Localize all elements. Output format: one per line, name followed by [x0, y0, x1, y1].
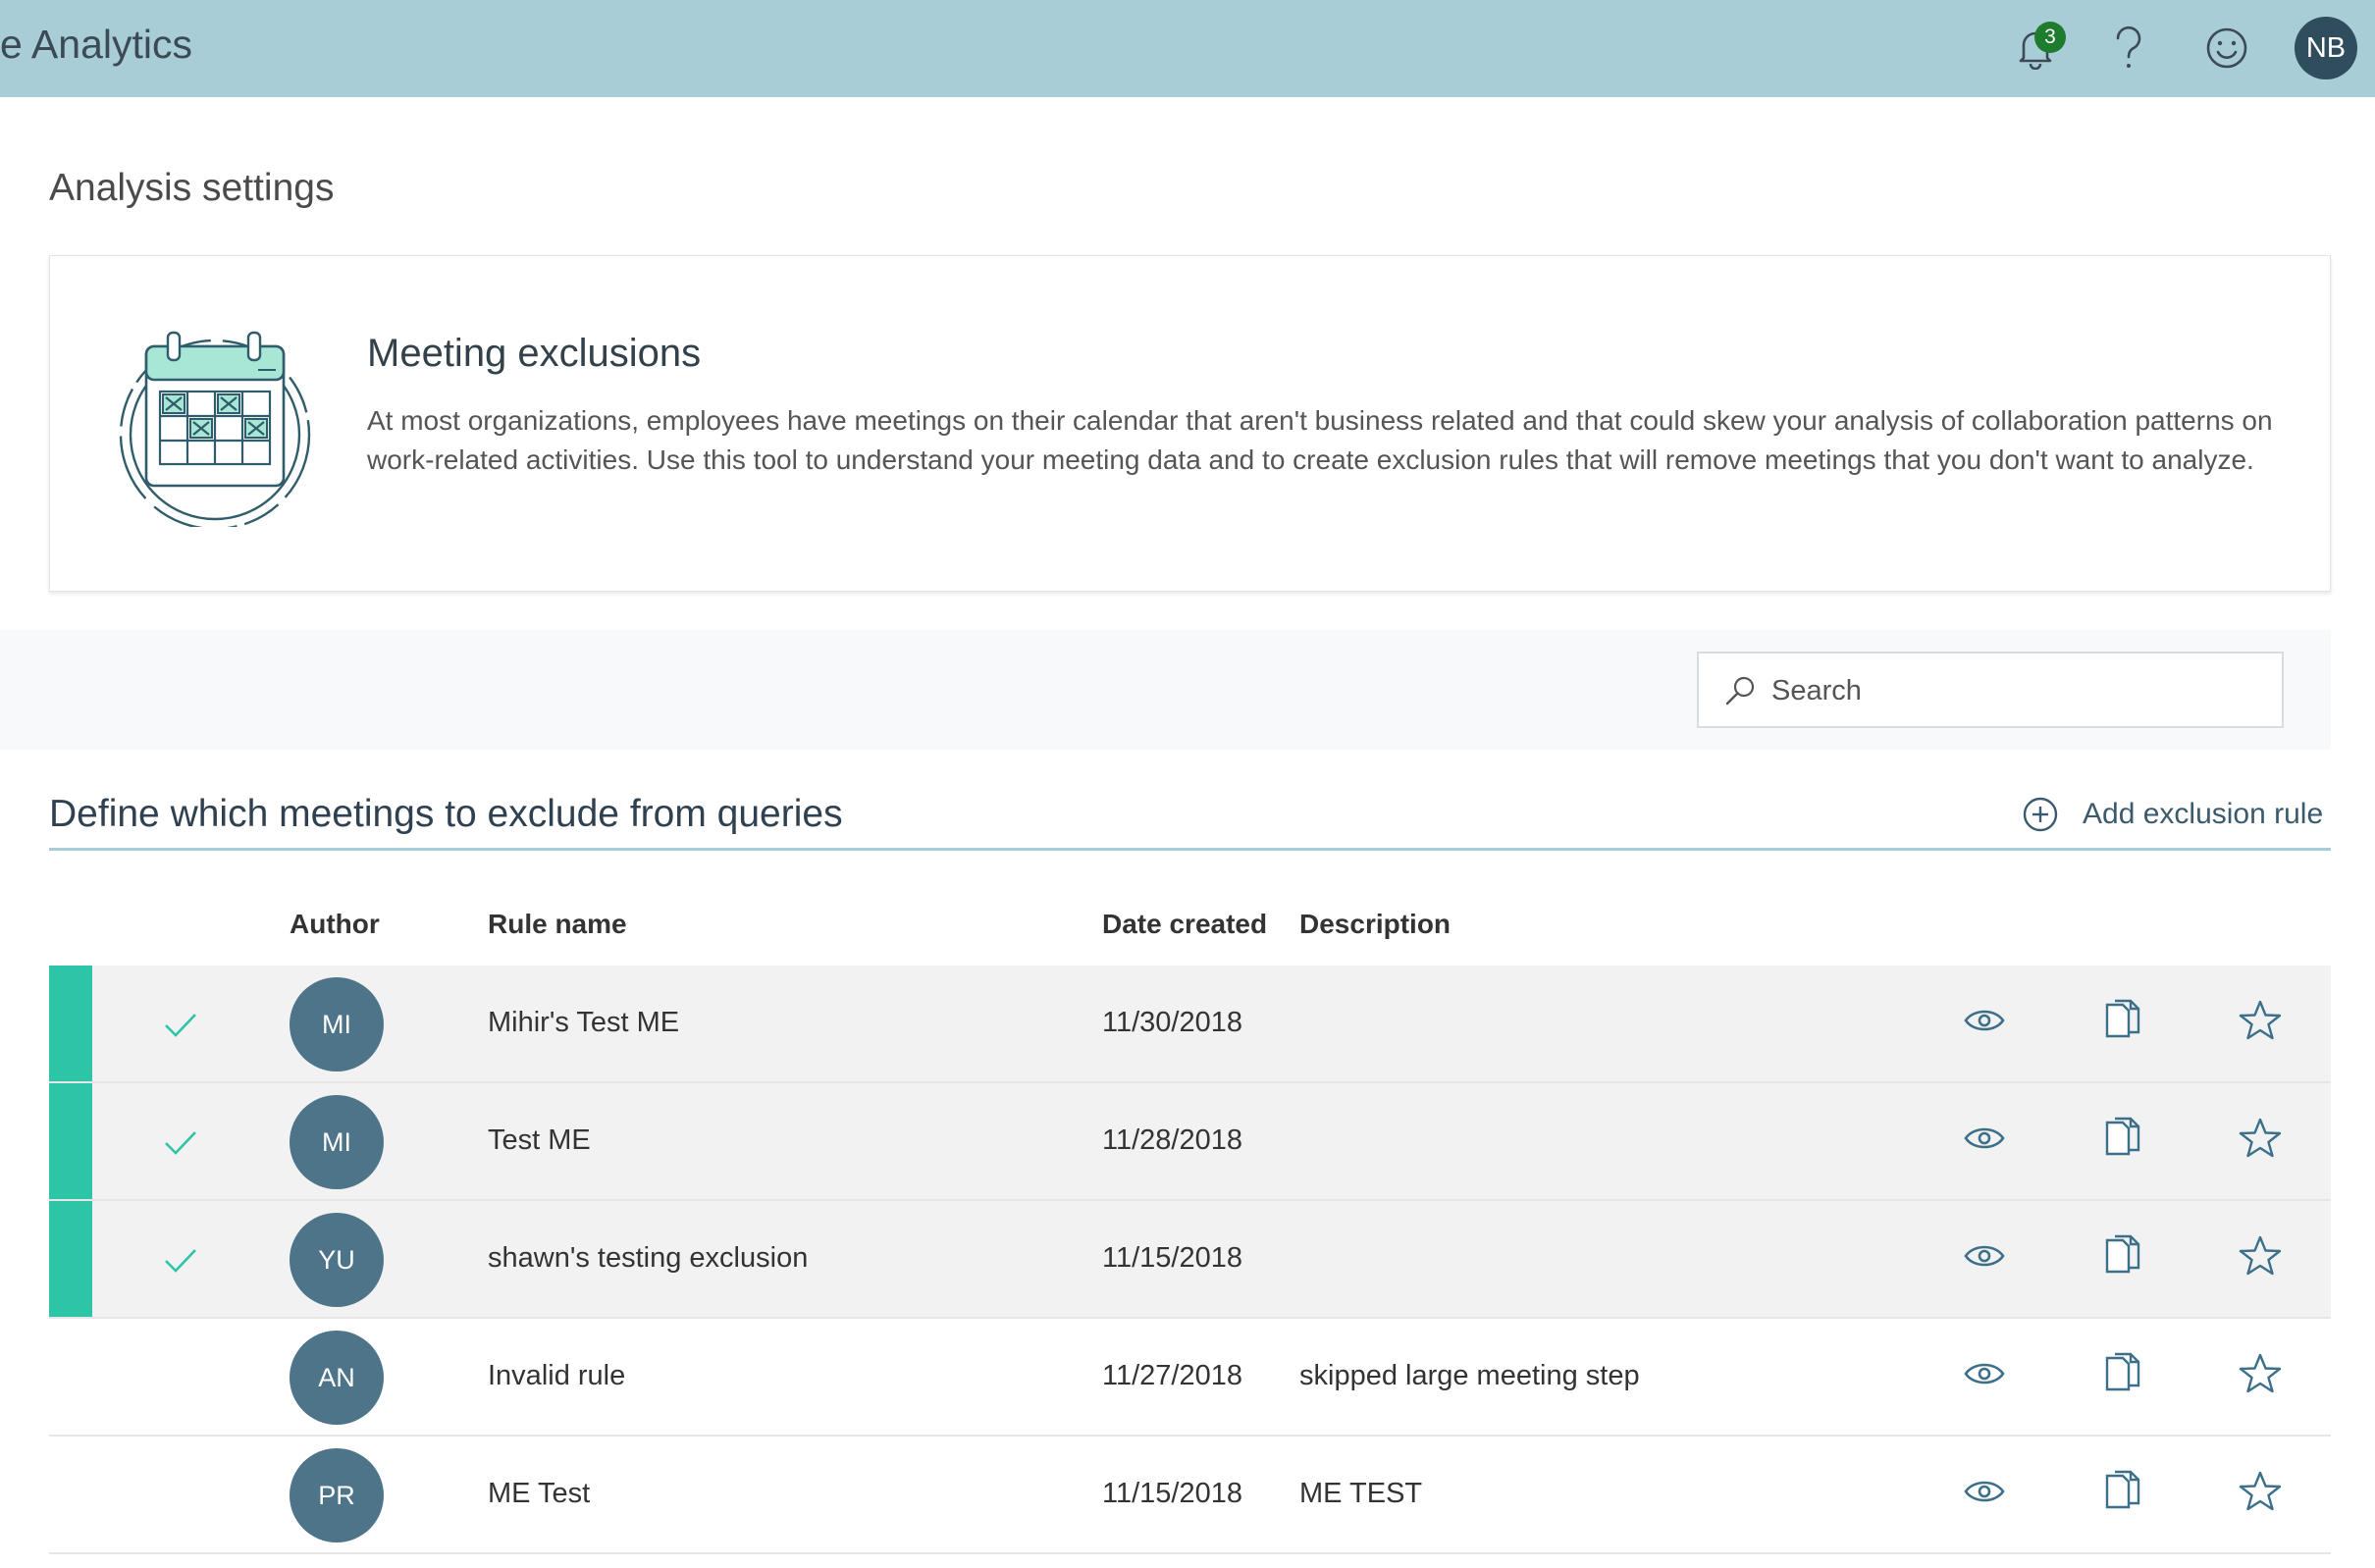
- date-created: 11/15/2018: [1102, 1242, 1242, 1274]
- help-button[interactable]: [2098, 18, 2159, 78]
- eye-icon: [1964, 1245, 2005, 1267]
- row-selection-indicator: [49, 1083, 92, 1199]
- check-icon[interactable]: [163, 1124, 198, 1160]
- table-row[interactable]: YU shawn's testing exclusion 11/15/2018: [49, 1201, 2331, 1319]
- search-input[interactable]: [1771, 667, 2252, 714]
- author-avatar: MI: [290, 1095, 384, 1189]
- meeting-exclusions-card: Meeting exclusions At most organizations…: [49, 255, 2331, 592]
- check-icon[interactable]: [163, 1242, 198, 1278]
- column-header-rule-name[interactable]: Rule name: [488, 909, 627, 940]
- copy-button[interactable]: [2093, 1109, 2152, 1168]
- eye-icon: [1964, 1363, 2005, 1385]
- author-avatar: PR: [290, 1448, 384, 1542]
- view-button[interactable]: [1955, 1109, 2014, 1168]
- copy-icon: [2105, 1352, 2140, 1391]
- table-row[interactable]: PR ME Test 11/15/2018 ME TEST: [49, 1437, 2331, 1554]
- copy-button[interactable]: [2093, 1227, 2152, 1285]
- eye-icon: [1964, 1010, 2005, 1031]
- rule-description: ME TEST: [1299, 1478, 1423, 1509]
- row-selection-indicator: [49, 966, 92, 1081]
- add-exclusion-rule-button[interactable]: Add exclusion rule: [2022, 792, 2323, 837]
- view-button[interactable]: [1955, 1462, 2014, 1521]
- copy-button[interactable]: [2093, 991, 2152, 1050]
- copy-icon: [2105, 1117, 2140, 1156]
- user-avatar[interactable]: NB: [2295, 17, 2357, 79]
- rule-description: skipped large meeting step: [1299, 1360, 1640, 1391]
- author-avatar: AN: [290, 1331, 384, 1425]
- eye-icon: [1964, 1127, 2005, 1149]
- rule-name: ME Test: [488, 1478, 591, 1509]
- view-button[interactable]: [1955, 991, 2014, 1050]
- favorite-button[interactable]: [2231, 1344, 2290, 1403]
- help-icon: [2116, 26, 2141, 68]
- star-icon: [2239, 1000, 2282, 1040]
- notification-badge: 3: [2034, 22, 2066, 53]
- column-header-author[interactable]: Author: [290, 909, 380, 940]
- column-header-description[interactable]: Description: [1299, 909, 1451, 940]
- smiley-icon: [2206, 27, 2247, 69]
- table-row[interactable]: AN Invalid rule 11/27/2018 skipped large…: [49, 1319, 2331, 1437]
- copy-icon: [2105, 1470, 2140, 1509]
- star-icon: [2239, 1353, 2282, 1393]
- rule-name: shawn's testing exclusion: [488, 1242, 809, 1274]
- star-icon: [2239, 1235, 2282, 1276]
- table-row[interactable]: MI Test ME 11/28/2018: [49, 1083, 2331, 1201]
- copy-icon: [2105, 999, 2140, 1038]
- date-created: 11/15/2018: [1102, 1478, 1242, 1509]
- favorite-button[interactable]: [2231, 1109, 2290, 1168]
- row-selection-indicator: [49, 1201, 92, 1317]
- star-icon: [2239, 1471, 2282, 1511]
- add-exclusion-rule-label: Add exclusion rule: [2083, 798, 2324, 830]
- author-avatar: MI: [290, 977, 384, 1071]
- rule-name: Invalid rule: [488, 1360, 626, 1391]
- card-description: At most organizations, employees have me…: [367, 405, 2273, 475]
- eye-icon: [1964, 1481, 2005, 1502]
- section-title: Define which meetings to exclude from qu…: [49, 793, 843, 835]
- page-title: Analysis settings: [49, 167, 335, 209]
- add-circle-icon: [2023, 797, 2058, 832]
- view-button[interactable]: [1955, 1227, 2014, 1285]
- rule-name: Mihir's Test ME: [488, 1007, 680, 1038]
- copy-button[interactable]: [2093, 1462, 2152, 1521]
- star-icon: [2239, 1118, 2282, 1158]
- check-icon[interactable]: [163, 1007, 198, 1042]
- rule-name: Test ME: [488, 1124, 591, 1156]
- top-bar: e Analytics 3 NB: [0, 0, 2375, 97]
- copy-button[interactable]: [2093, 1344, 2152, 1403]
- search-box[interactable]: [1697, 652, 2284, 728]
- copy-icon: [2105, 1234, 2140, 1274]
- favorite-button[interactable]: [2231, 1462, 2290, 1521]
- notifications-button[interactable]: 3: [2005, 18, 2066, 78]
- column-header-date-created[interactable]: Date created: [1102, 909, 1267, 940]
- card-title: Meeting exclusions: [367, 332, 702, 375]
- date-created: 11/27/2018: [1102, 1360, 1242, 1391]
- search-bar-area: [0, 630, 2331, 750]
- favorite-button[interactable]: [2231, 1227, 2290, 1285]
- section-divider: [49, 848, 2331, 851]
- table-row[interactable]: MI Mihir's Test ME 11/30/2018: [49, 966, 2331, 1083]
- date-created: 11/30/2018: [1102, 1007, 1242, 1038]
- feedback-button[interactable]: [2196, 18, 2257, 78]
- favorite-button[interactable]: [2231, 991, 2290, 1050]
- search-icon: [1725, 676, 1755, 706]
- app-title[interactable]: e Analytics: [0, 22, 192, 68]
- author-avatar: YU: [290, 1213, 384, 1307]
- calendar-icon: [119, 331, 311, 527]
- date-created: 11/28/2018: [1102, 1124, 1242, 1156]
- view-button[interactable]: [1955, 1344, 2014, 1403]
